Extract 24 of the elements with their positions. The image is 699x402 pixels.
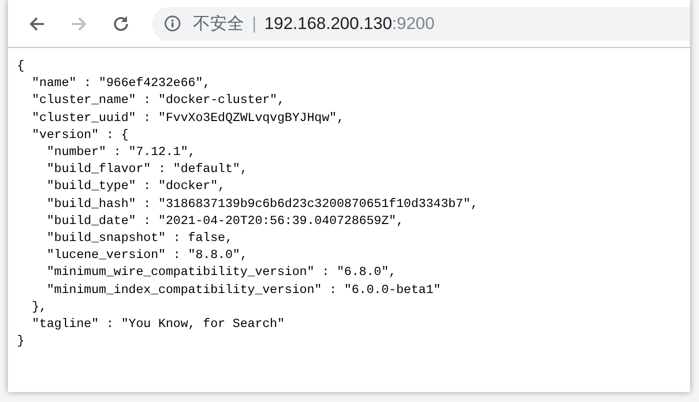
reload-icon [111,14,131,34]
separator: | [252,14,256,34]
json-line: "build_hash" : "3186837139b9c6b6d23c3200870651f10d3343b7", [46,196,478,213]
json-line: "build_type" : "docker", [46,178,226,196]
json-line: "build_date" : "2021-04-20T20:56:39.040728659Z", [46,212,404,230]
json-line: "tagline" : "You Know, for Search" [30,316,285,334]
json-line: "number" : "7.12.1", [46,144,196,162]
info-icon[interactable] [164,15,181,32]
json-line: "lucene_version" : "8.8.0", [46,247,248,264]
json-line: "version" : { [30,126,129,144]
json-line: "minimum_index_compatibility_version" : "6.0.0-beta1" [46,282,441,299]
json-line: "name" : "966ef4232e66", [30,75,210,92]
url-host: 192.168.200.130 [264,14,392,34]
json-line: }, [30,298,47,316]
address-bar[interactable]: 不安全 | 192.168.200.130:9200 [152,6,690,40]
json-line: "minimum_wire_compatibility_version" : "6.8.0", [46,264,396,282]
json-line: "build_flavor" : "default", [46,161,248,178]
json-line: "cluster_uuid" : "FvvXo3EdQZWLvqvgBYJHqw", [30,110,344,127]
json-line: "build_snapshot" : false, [46,230,233,248]
json-line: "cluster_name" : "docker-cluster", [30,92,285,110]
url-port: :9200 [392,14,435,34]
security-label: 不安全 [193,13,244,35]
json-line: } [17,333,24,350]
json-line: { [17,58,24,75]
